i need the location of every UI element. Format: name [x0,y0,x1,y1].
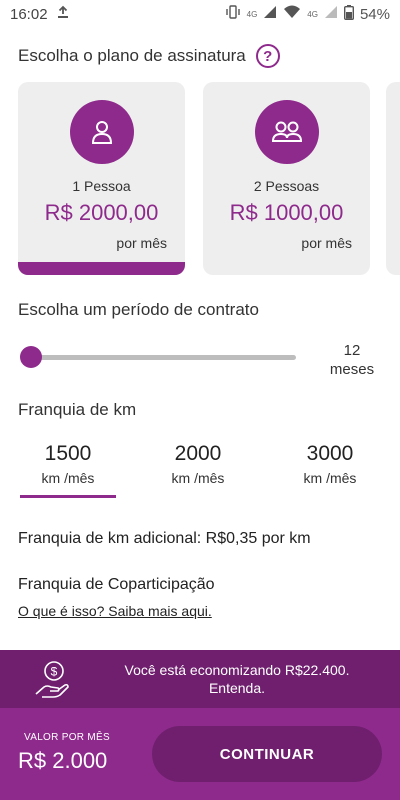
signal-icon-secondary [324,5,338,23]
km-option-2000[interactable]: 2000 km /mês [150,440,246,486]
clock: 16:02 [10,5,48,23]
wifi-icon [283,5,301,23]
plan-price: R$ 1000,00 [229,200,344,225]
download-icon [56,5,70,23]
extra-km-text: Franquia de km adicional: R$0,35 por km [18,530,311,547]
person-icon [69,100,134,164]
km-option-3000[interactable]: 3000 km /mês [282,440,378,486]
total-value: R$ 2.000 [18,748,108,773]
km-option-1500[interactable]: 1500 km /mês [20,440,116,486]
plan-price: R$ 2000,00 [44,200,159,225]
people-icon [254,100,319,164]
savings-line-1: Você está economizando R$22.400. [124,662,350,678]
plan-period: por mês [116,235,167,251]
signal-icon [263,5,277,23]
contract-period-unit: meses [329,361,375,378]
vibrate-icon [225,5,241,23]
copart-info-link[interactable]: O que é isso? Saiba mais aqui. [18,603,212,619]
plan-name: 1 Pessoa [72,178,131,194]
plan-card-2-pessoas[interactable]: 2 Pessoas R$ 1000,00 por mês [203,82,370,275]
plan-period: por mês [301,235,352,251]
km-heading: Franquia de km [18,400,137,419]
network-label: 4G [246,9,258,19]
km-option-unit: km /mês [41,470,95,486]
km-option-value: 1500 [44,442,92,465]
savings-banner[interactable]: $ Você está economizando R$22.400. Enten… [0,650,400,708]
continue-button[interactable]: CONTINUAR [152,726,382,782]
plan-selected-indicator [18,262,185,275]
footer-bar: VALOR POR MÊS R$ 2.000 CONTINUAR [0,708,400,800]
savings-line-2[interactable]: Entenda. [90,679,384,697]
savings-text: Você está economizando R$22.400. Entenda… [90,661,384,697]
km-option-value: 2000 [174,442,222,465]
slider-thumb[interactable] [20,346,42,368]
slider-track[interactable] [28,355,296,360]
status-bar: 16:02 4G 4G 54% [0,0,400,28]
plan-name: 2 Pessoas [253,178,320,194]
money-hand-icon: $ [34,660,70,700]
total-label: VALOR POR MÊS [24,732,110,743]
km-option-value: 3000 [306,442,354,465]
plan-heading-text: Escolha o plano de assinatura [18,46,246,65]
contract-period-slider[interactable] [20,346,296,370]
km-tabs: 1500 km /mês 2000 km /mês 3000 km /mês [0,440,400,500]
network-label-secondary: 4G [307,9,318,19]
question-circle-icon[interactable]: ? [255,44,280,68]
copart-heading: Franquia de Coparticipação [18,576,215,593]
svg-text:$: $ [51,665,58,679]
plan-card-1-pessoa[interactable]: 1 Pessoa R$ 2000,00 por mês [18,82,185,275]
battery-icon [343,4,354,24]
contract-period-number: 12 [343,342,361,359]
km-option-unit: km /mês [303,470,357,486]
km-option-unit: km /mês [171,470,225,486]
km-tab-indicator [20,495,116,498]
plan-heading: Escolha o plano de assinatura ? [18,44,280,68]
plan-card-partial[interactable] [386,82,400,275]
plan-carousel[interactable]: 1 Pessoa R$ 2000,00 por mês 2 Pessoas R$… [18,82,400,276]
contract-heading: Escolha um período de contrato [18,300,259,319]
battery-percent: 54% [359,5,390,23]
contract-period-value: 12 meses [324,341,380,379]
